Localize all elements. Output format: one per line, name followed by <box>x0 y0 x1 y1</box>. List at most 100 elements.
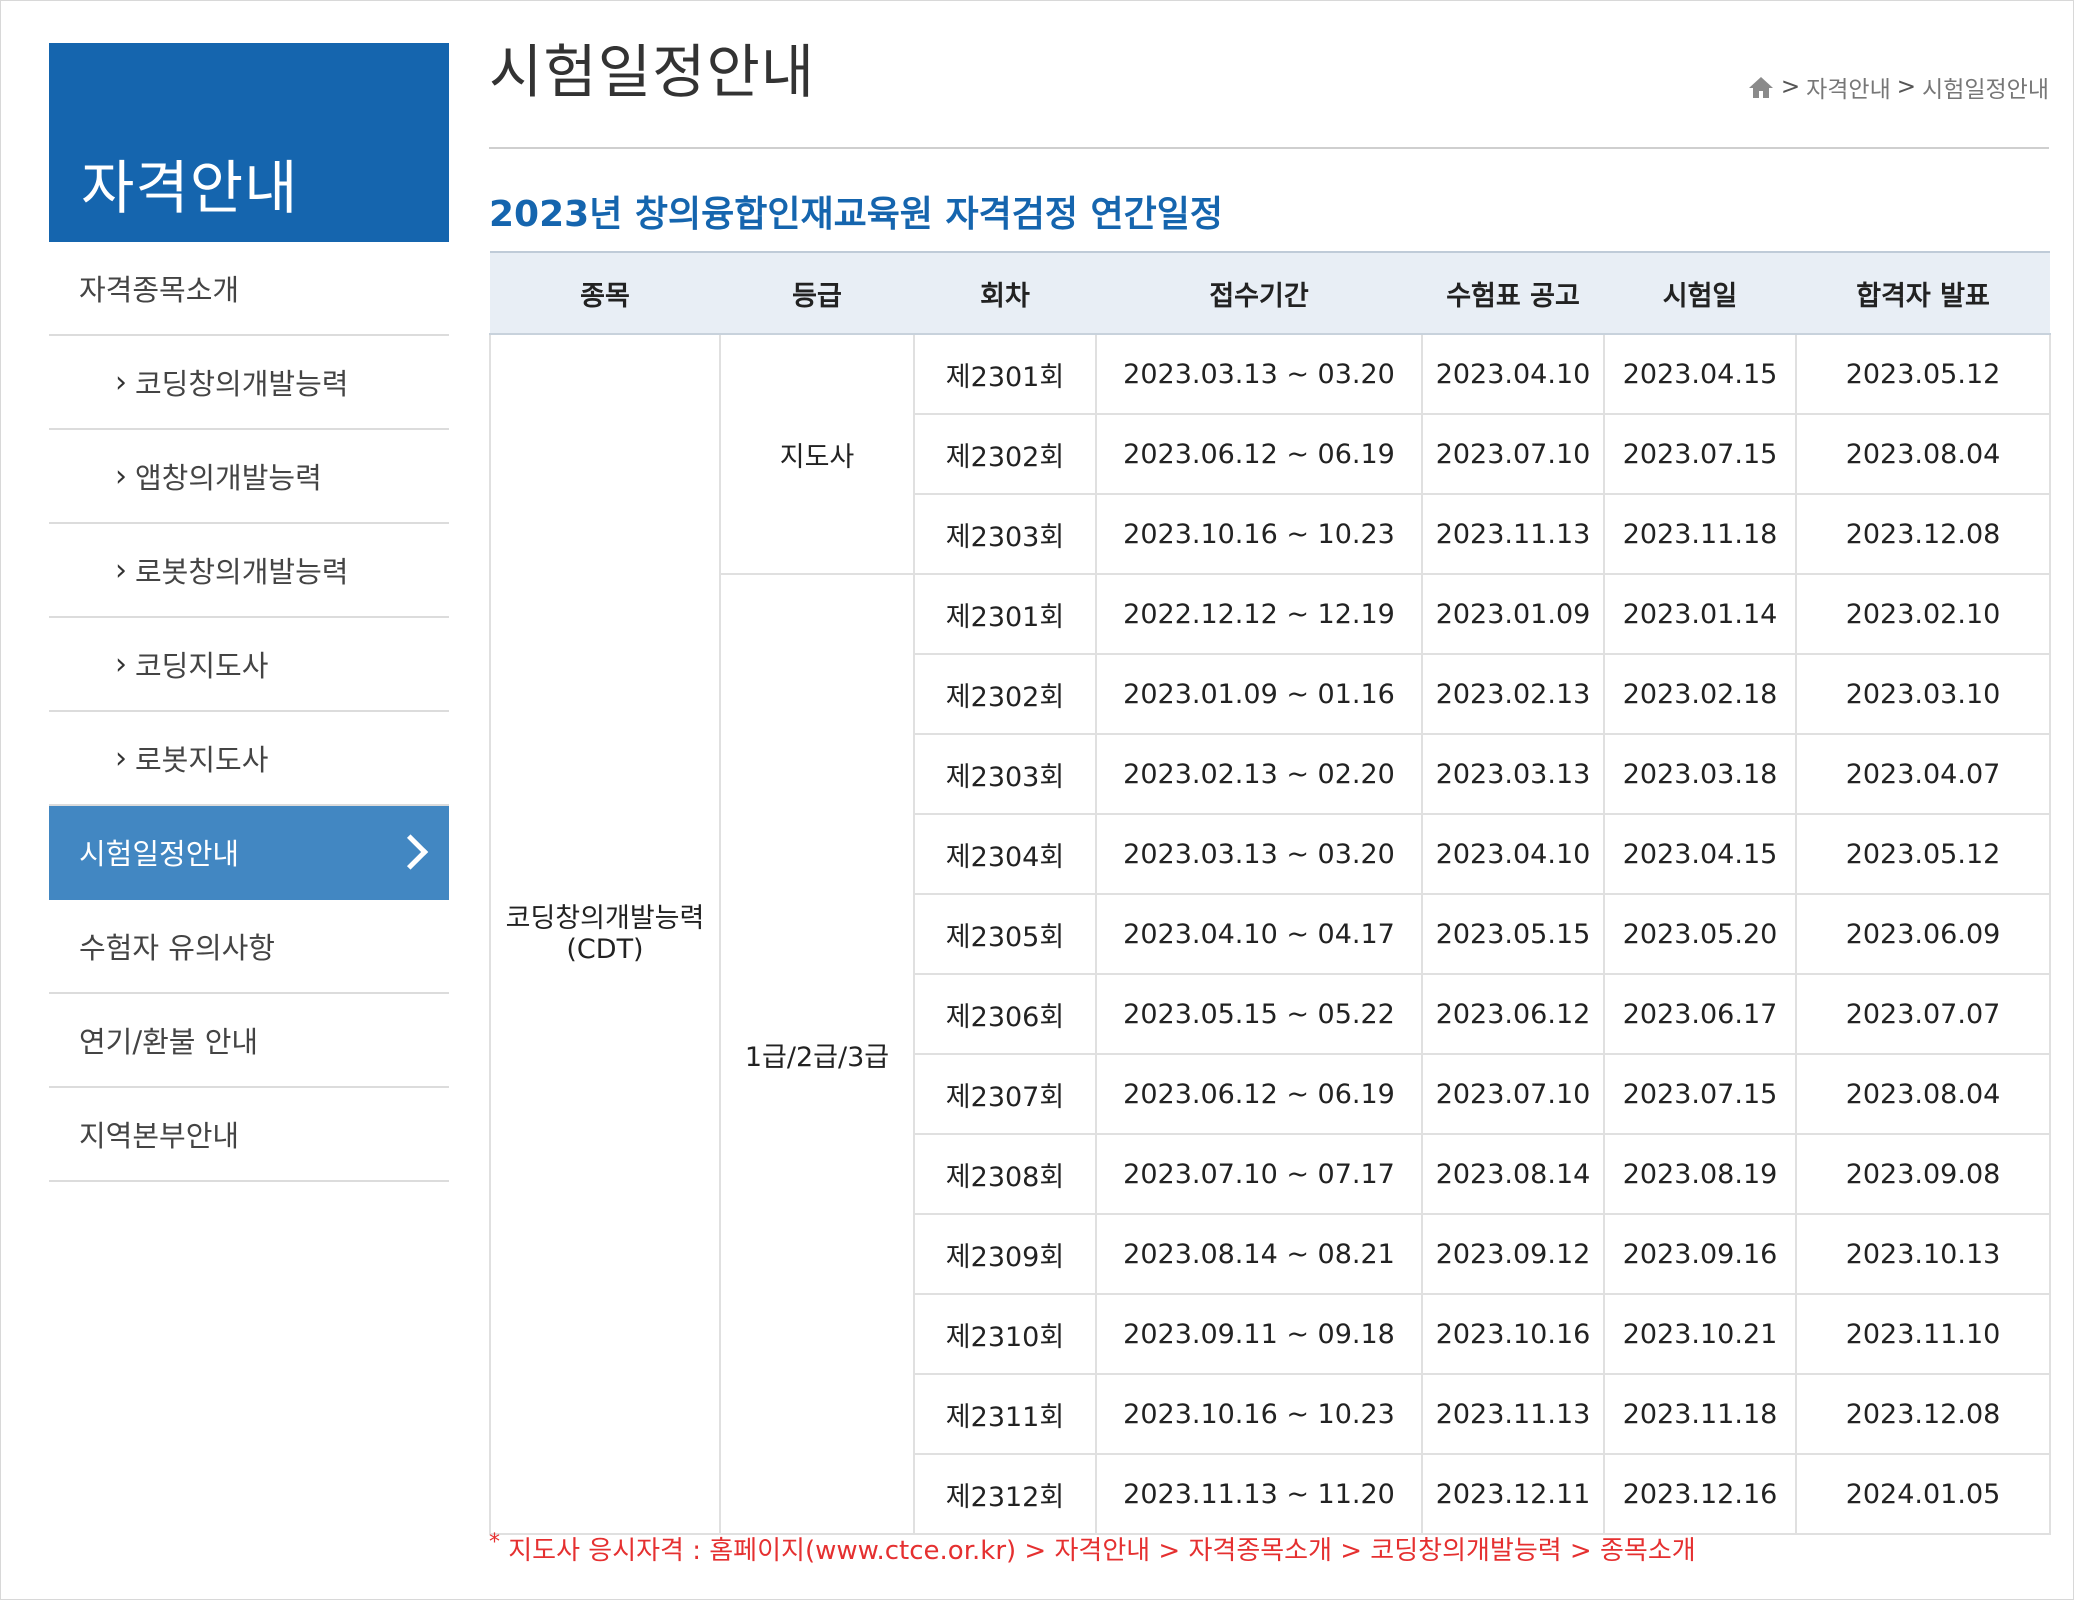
table-cell: 2023.08.14 <box>1421 1133 1605 1215</box>
table-cell: 제2303회 <box>913 733 1097 815</box>
table-cell: 2023.03.10 <box>1795 653 2051 735</box>
column-header-0: 종목 <box>490 251 720 335</box>
main-content: 시험일정안내 > 자격안내 > 시험일정안내 2023년 창의융합인재교육원 자… <box>489 30 2051 1535</box>
sidebar-item-label: 자격종목소개 <box>79 273 240 307</box>
schedule-table-wrapper: 종목 등급 회차 접수기간 수험표 공고 시험일 합격자 발표 코딩창의개발능력 (CDT) 지… <box>489 251 2051 1535</box>
table-header-row: 종목 등급 회차 접수기간 수험표 공고 시험일 합격자 발표 <box>490 251 2050 335</box>
sidebar-item-8[interactable]: 연기/환불 안내 <box>49 994 449 1088</box>
schedule-table: 종목 등급 회차 접수기간 수험표 공고 시험일 합격자 발표 코딩창의개발능력 (CDT) 지… <box>489 251 2051 1535</box>
table-cell: 2023.06.12 <box>1421 973 1605 1055</box>
table-cell: 2023.09.11 ~ 09.18 <box>1095 1293 1423 1375</box>
column-header-1: 등급 <box>720 251 914 335</box>
table-cell: 2023.02.10 <box>1795 573 2051 655</box>
table-cell: 2023.11.18 <box>1603 493 1797 575</box>
table-cell: 2023.09.16 <box>1603 1213 1797 1295</box>
table-cell: 2023.07.07 <box>1795 973 2051 1055</box>
section-title: 2023년 창의융합인재교육원 자격검정 연간일정 <box>489 194 1223 235</box>
chevron-right-icon: › <box>115 364 127 400</box>
column-header-4: 수험표 공고 <box>1422 251 1604 335</box>
sidebar-item-label: 수험자 유의사항 <box>79 931 275 965</box>
table-cell: 2023.04.10 <box>1421 333 1605 415</box>
table-cell: 제2305회 <box>913 893 1097 975</box>
sidebar-item-label: 코딩창의개발능력 <box>135 367 349 401</box>
subject-name: 코딩창의개발능력 <box>505 903 705 934</box>
table-cell: 제2303회 <box>913 493 1097 575</box>
sidebar-menu: 자격종목소개 › 코딩창의개발능력 › 앱창의개발능력 › 로봇창의개발능력 › 코딩지도사 › 로… <box>49 242 449 1182</box>
table-cell: 2023.06.09 <box>1795 893 2051 975</box>
table-cell: 2023.10.13 <box>1795 1213 2051 1295</box>
subject-code: (CDT) <box>566 934 644 965</box>
sidebar-item-9[interactable]: 지역본부안내 <box>49 1088 449 1182</box>
table-cell: 2023.11.13 ~ 11.20 <box>1095 1453 1423 1535</box>
sidebar-item-label: 로봇지도사 <box>135 743 269 777</box>
sidebar: 자격안내 자격종목소개 › 코딩창의개발능력 › 앱창의개발능력 › 로봇창의개발능력 › 코딩… <box>49 43 449 1182</box>
table-cell: 2023.12.08 <box>1795 493 2051 575</box>
table-cell: 2023.03.13 ~ 03.20 <box>1095 333 1423 415</box>
sidebar-item-label: 연기/환불 안내 <box>79 1025 259 1059</box>
sidebar-item-5[interactable]: › 로봇지도사 <box>49 712 449 806</box>
sidebar-item-3[interactable]: › 로봇창의개발능력 <box>49 524 449 618</box>
table-cell: 2023.07.10 ~ 07.17 <box>1095 1133 1423 1215</box>
column-header-3: 접수기간 <box>1096 251 1422 335</box>
table-cell: 제2312회 <box>913 1453 1097 1535</box>
table-cell: 2023.09.12 <box>1421 1213 1605 1295</box>
sidebar-item-6[interactable]: 시험일정안내 <box>49 806 449 900</box>
table-cell: 2023.10.21 <box>1603 1293 1797 1375</box>
grade-cell: 지도사 <box>719 333 915 575</box>
table-cell: 제2301회 <box>913 573 1097 655</box>
table-cell: 2023.09.08 <box>1795 1133 2051 1215</box>
table-cell: 2023.11.10 <box>1795 1293 2051 1375</box>
table-cell: 제2302회 <box>913 413 1097 495</box>
table-cell: 2023.07.10 <box>1421 1053 1605 1135</box>
breadcrumb-item-qualification[interactable]: 자격안내 <box>1806 70 1891 104</box>
sidebar-item-7[interactable]: 수험자 유의사항 <box>49 900 449 994</box>
table-cell: 2023.12.16 <box>1603 1453 1797 1535</box>
column-header-5: 시험일 <box>1604 251 1796 335</box>
table-cell: 2023.08.04 <box>1795 413 2051 495</box>
table-cell: 제2308회 <box>913 1133 1097 1215</box>
sidebar-item-2[interactable]: › 앱창의개발능력 <box>49 430 449 524</box>
eligibility-note: * 지도사 응시자격 : 홈페이지(www.ctce.or.kr) > 자격안내… <box>489 1530 1696 1567</box>
sidebar-item-1[interactable]: › 코딩창의개발능력 <box>49 336 449 430</box>
table-cell: 2023.01.09 ~ 01.16 <box>1095 653 1423 735</box>
table-cell: 2023.05.15 ~ 05.22 <box>1095 973 1423 1055</box>
table-cell: 2023.10.16 ~ 10.23 <box>1095 493 1423 575</box>
chevron-right-icon <box>392 834 429 870</box>
table-cell: 2022.12.12 ~ 12.19 <box>1095 573 1423 655</box>
note-asterisk: * <box>489 1530 500 1555</box>
table-cell: 2023.07.15 <box>1603 1053 1797 1135</box>
chevron-right-icon: > <box>1780 74 1801 100</box>
table-cell: 제2301회 <box>913 333 1097 415</box>
table-cell: 2023.12.08 <box>1795 1373 2051 1455</box>
sidebar-heading: 자격안내 <box>49 43 449 242</box>
table-cell: 2023.04.15 <box>1603 333 1797 415</box>
chevron-right-icon: › <box>115 552 127 588</box>
table-cell: 2023.07.10 <box>1421 413 1605 495</box>
grade-cell: 1급/2급/3급 <box>719 573 915 1535</box>
note-text: 지도사 응시자격 : 홈페이지(www.ctce.or.kr) > 자격안내 >… <box>508 1536 1696 1566</box>
table-cell: 2023.05.12 <box>1795 333 2051 415</box>
table-cell: 2023.04.10 ~ 04.17 <box>1095 893 1423 975</box>
table-cell: 제2302회 <box>913 653 1097 735</box>
table-cell: 2023.05.20 <box>1603 893 1797 975</box>
chevron-right-icon: > <box>1896 74 1917 100</box>
table-cell: 제2310회 <box>913 1293 1097 1375</box>
table-cell: 2023.04.10 <box>1421 813 1605 895</box>
table-cell: 2023.06.12 ~ 06.19 <box>1095 413 1423 495</box>
sidebar-item-label: 시험일정안내 <box>79 837 240 871</box>
chevron-right-icon: › <box>115 458 127 494</box>
table-row: 1급/2급/3급 제2301회 2022.12.12 ~ 12.19 2023.01.… <box>490 573 2051 1535</box>
sidebar-item-label: 지역본부안내 <box>79 1119 240 1153</box>
table-cell: 2023.11.13 <box>1421 1373 1605 1455</box>
sidebar-item-4[interactable]: › 코딩지도사 <box>49 618 449 712</box>
table-cell: 2023.08.14 ~ 08.21 <box>1095 1213 1423 1295</box>
sidebar-item-label: 로봇창의개발능력 <box>135 555 349 589</box>
table-cell: 2023.05.12 <box>1795 813 2051 895</box>
table-cell: 2023.11.13 <box>1421 493 1605 575</box>
table-cell: 2023.11.18 <box>1603 1373 1797 1455</box>
table-cell: 제2307회 <box>913 1053 1097 1135</box>
home-icon[interactable] <box>1747 75 1775 99</box>
table-cell: 2023.10.16 <box>1421 1293 1605 1375</box>
table-cell: 2023.03.13 ~ 03.20 <box>1095 813 1423 895</box>
sidebar-item-0[interactable]: 자격종목소개 <box>49 242 449 336</box>
